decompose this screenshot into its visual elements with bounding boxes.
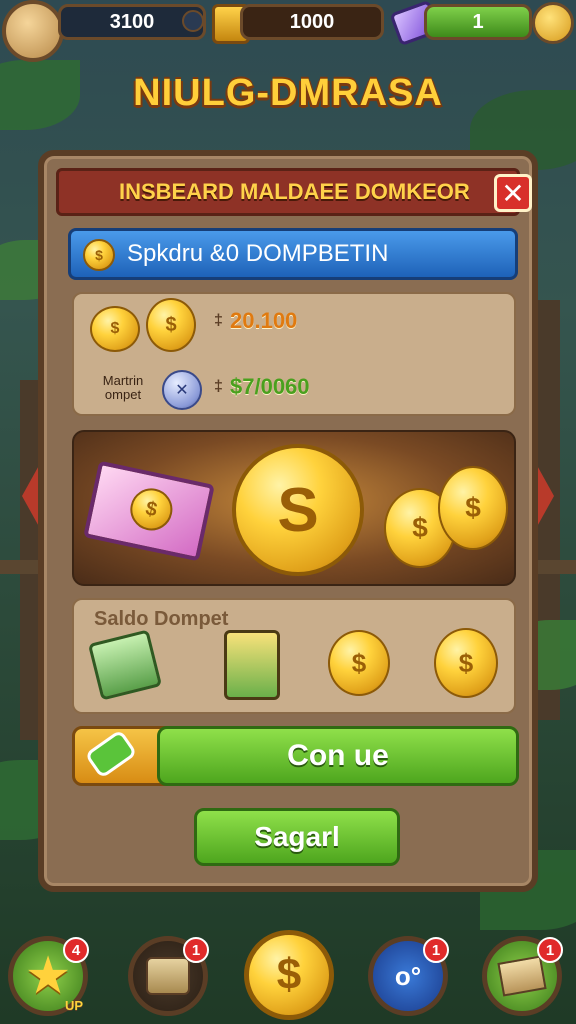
silver-coin-icon: ✕ — [162, 370, 202, 410]
chat-icon: o° — [394, 960, 422, 991]
close-icon: ✕ — [501, 177, 525, 209]
rewards-section: $ $ ‡ 20.100 Martrin ompet ✕ ‡ $7/0060 — [72, 292, 516, 416]
panel-header: INSBEARD MALDAEE DOMKEOR — [56, 168, 520, 216]
bag-icon — [146, 957, 190, 995]
reward-amount-2: $7/0060 — [230, 374, 310, 399]
add-gems-button[interactable] — [182, 10, 204, 32]
secondary-button[interactable]: Sagarl — [194, 808, 400, 866]
coin-item-2[interactable]: $ — [434, 628, 498, 698]
reward-label-2: Martrin ompet — [102, 373, 144, 402]
continue-label: Con ue — [287, 739, 389, 772]
nav-box-button[interactable]: 1 — [482, 936, 563, 1016]
cash-bundle-item[interactable] — [87, 629, 163, 701]
nav-chat-button[interactable]: o° 1 — [368, 936, 449, 1016]
big-coin-icon: S — [232, 444, 364, 576]
coin-pile-icon-2: $ — [438, 466, 508, 550]
game-title: NIULG-DMRASA — [133, 72, 443, 114]
reward-amount-1: 20.100 — [230, 308, 298, 333]
cash-card-icon: $ — [83, 460, 215, 562]
featured-reward: $ S $ $ — [72, 430, 516, 586]
energy-value: 1 — [472, 10, 484, 33]
nav-star-badge: 4 — [63, 937, 89, 963]
secondary-label: Sagarl — [254, 821, 340, 852]
close-button[interactable]: ✕ — [494, 174, 532, 212]
back-button[interactable] — [2, 0, 64, 62]
shop-section: Saldo Dompet $ $ — [72, 598, 516, 714]
cash-stack-item[interactable] — [224, 630, 280, 700]
nav-coin-button[interactable]: $ — [244, 930, 334, 1020]
top-resource-bar: 3100 1000 1 — [0, 0, 576, 62]
info-bar: $ Spkdru &0 DOMPBETIN — [68, 228, 518, 280]
ticket-icon — [84, 729, 138, 779]
box-icon — [497, 955, 547, 997]
nav-box-badge: 1 — [537, 937, 563, 963]
coin-icon: $ — [83, 239, 115, 271]
continue-row: Con ue — [72, 726, 519, 786]
coin-item[interactable]: $ — [328, 630, 390, 696]
wallet-panel: INSBEARD MALDAEE DOMKEOR ✕ $ Spkdru &0 D… — [38, 150, 538, 892]
nav-bag-badge: 1 — [183, 937, 209, 963]
nav-bag-button[interactable]: 1 — [128, 936, 209, 1016]
energy-counter: 1 — [424, 4, 532, 40]
nav-chat-badge: 1 — [423, 937, 449, 963]
continue-button[interactable]: Con ue — [157, 726, 519, 786]
gold-counter: 1000 — [240, 4, 384, 40]
shop-section-title: Saldo Dompet — [94, 608, 229, 630]
nav-star-sub: UP — [64, 998, 83, 1013]
gold-value: 1000 — [289, 10, 335, 33]
info-bar-label: Spkdru &0 DOMPBETIN — [127, 240, 389, 267]
gems-value: 3100 — [109, 10, 155, 33]
profile-button[interactable] — [532, 2, 574, 44]
nav-star-button[interactable]: ★ 4 UP — [8, 936, 89, 1016]
reward-prefix-2: ‡ — [214, 378, 223, 395]
panel-title: INSBEARD MALDAEE DOMKEOR — [119, 179, 470, 204]
reward-prefix-1: ‡ — [214, 312, 223, 329]
